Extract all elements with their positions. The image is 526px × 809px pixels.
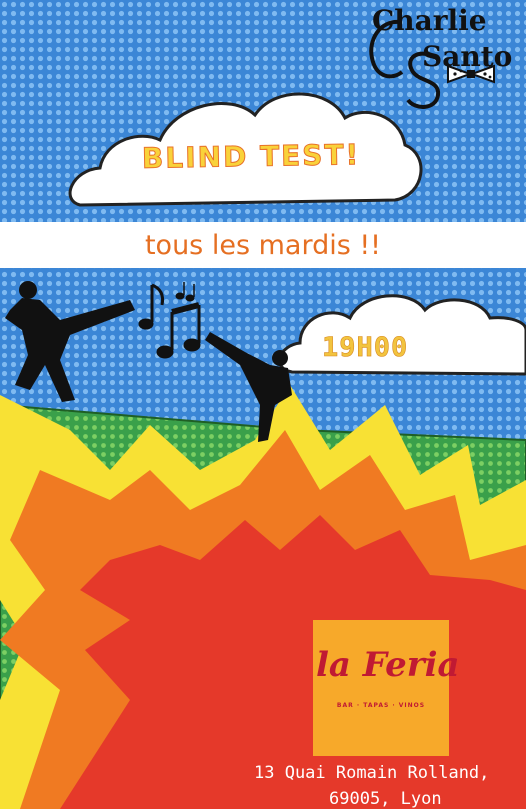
event-title: BLIND TEST! <box>141 138 361 176</box>
event-time: 19H00 <box>322 332 409 364</box>
venue-address-line-1: 13 Quai Romain Rolland, <box>254 763 490 783</box>
venue-logo <box>313 620 449 756</box>
event-poster: Charlie Santo BLIND TEST! tous les mardi… <box>0 0 526 809</box>
venue-address-line-2: 69005, Lyon <box>329 789 442 809</box>
logo-line-1: Charlie <box>372 4 487 37</box>
event-schedule: tous les mardis !! <box>144 230 382 261</box>
venue-name: la Feria <box>316 645 460 685</box>
venue-tagline: BAR · TAPAS · VINOS <box>336 702 426 709</box>
logo-line-2: Santo <box>422 40 513 73</box>
